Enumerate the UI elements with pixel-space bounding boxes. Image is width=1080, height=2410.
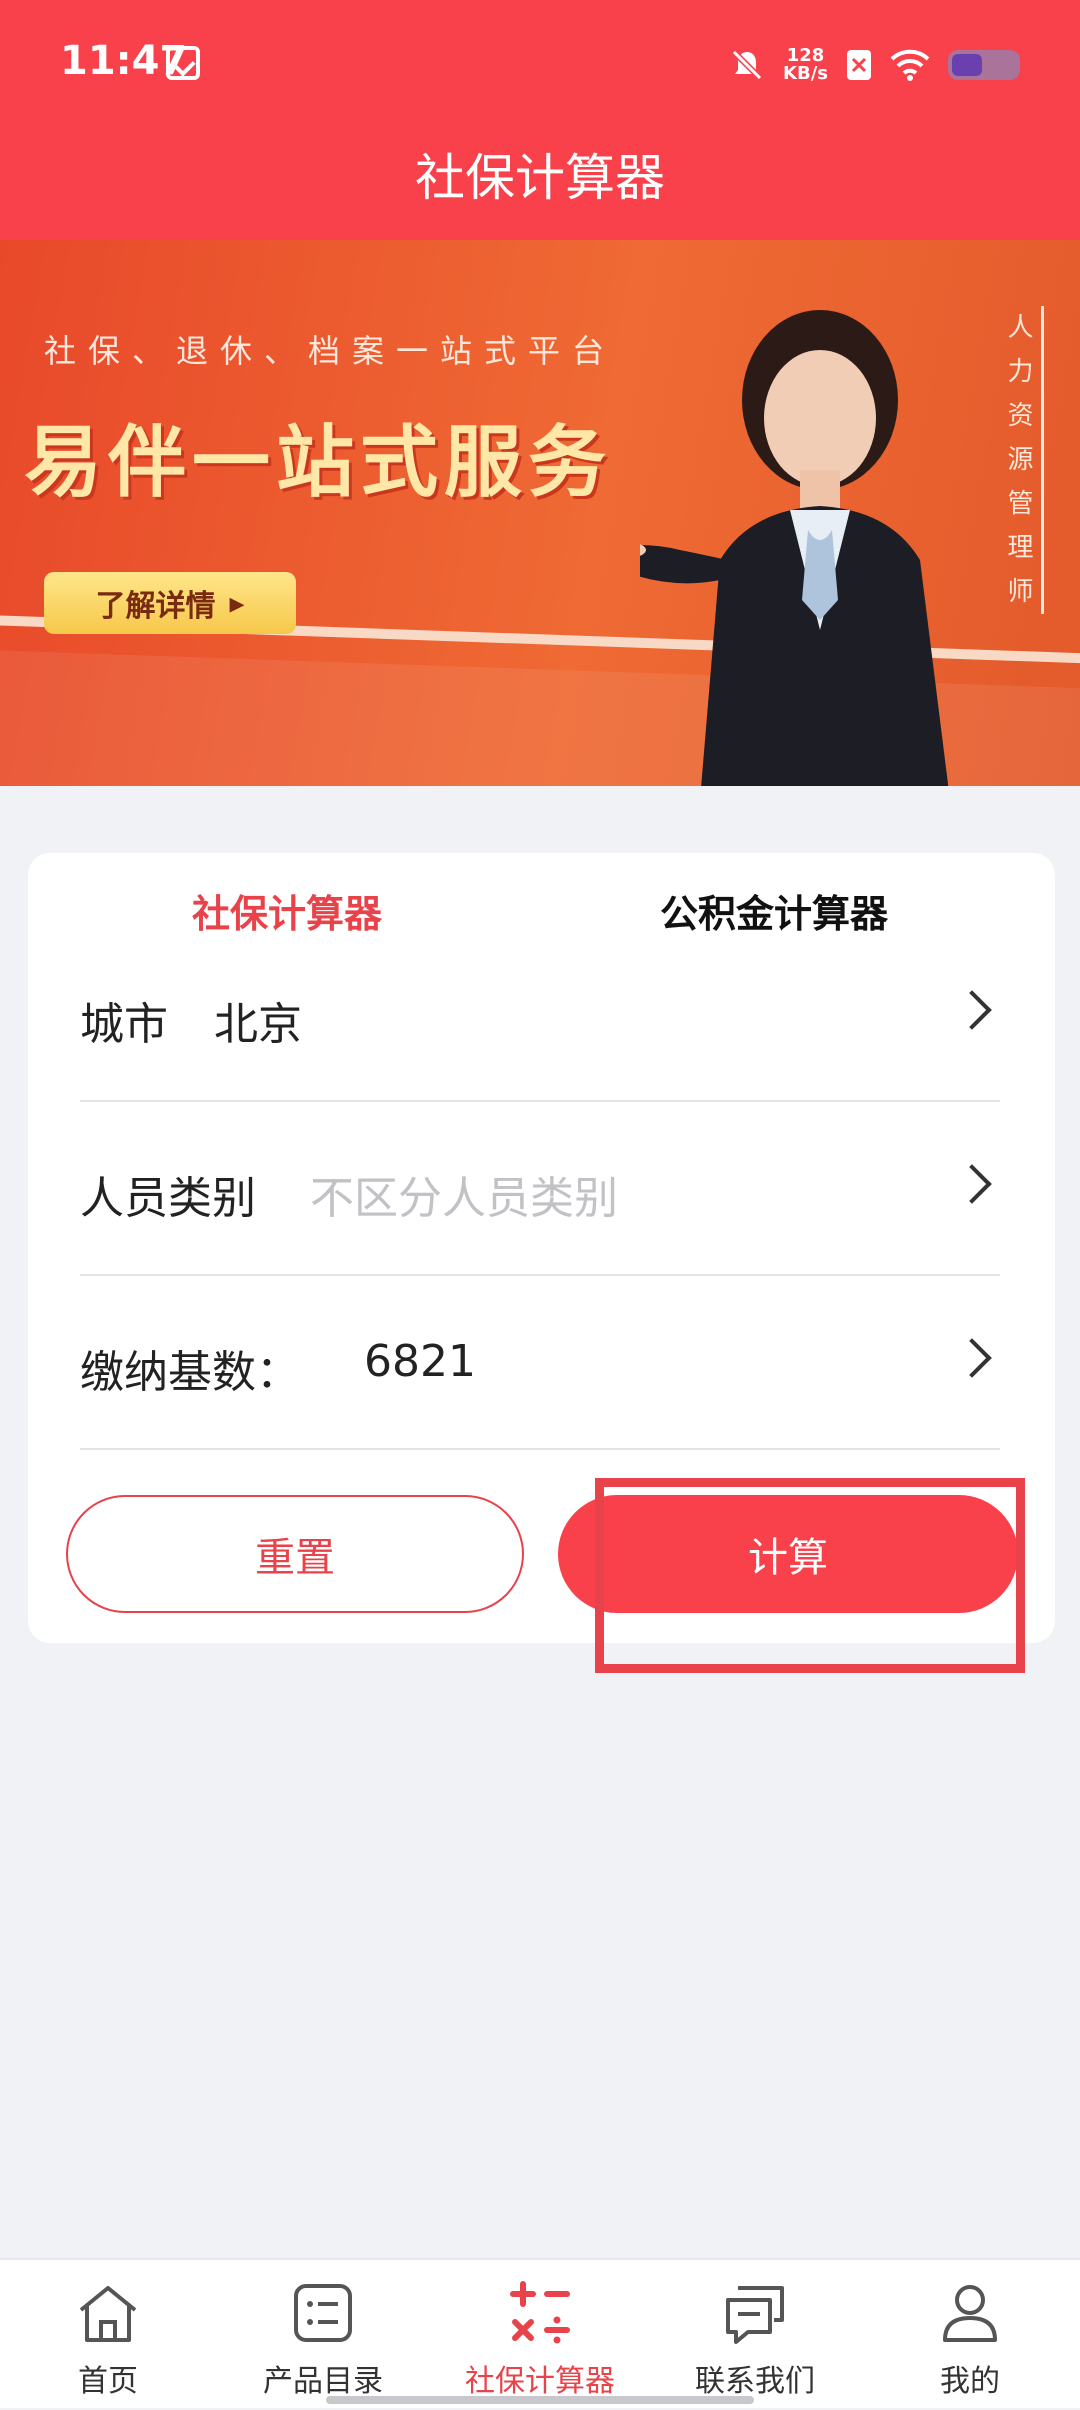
category-label: 人员类别 — [80, 1173, 256, 1224]
reset-button[interactable]: 重置 — [66, 1495, 524, 1613]
list-icon — [294, 2284, 352, 2342]
user-icon — [943, 2285, 997, 2342]
banner-learn-more-button[interactable]: 了解详情 ▸ — [44, 572, 296, 634]
sim-off-icon — [847, 50, 871, 80]
mute-bell-icon — [731, 49, 763, 81]
chat-icon — [726, 2286, 784, 2344]
nav-item-home[interactable]: 首页 — [13, 2260, 203, 2410]
city-label: 城市 — [80, 999, 168, 1050]
calendar-notification-icon — [166, 46, 200, 80]
home-icon — [79, 2286, 137, 2342]
city-row[interactable]: 城市 北京 — [80, 928, 1000, 1102]
base-row[interactable]: 缴纳基数： 6821 — [80, 1276, 1000, 1450]
battery-icon — [948, 50, 1020, 80]
city-value: 北京 — [214, 999, 302, 1050]
play-arrow-icon: ▸ — [229, 585, 245, 621]
nav-label: 我的 — [940, 2364, 1000, 2399]
nav-label: 社保计算器 — [465, 2364, 615, 2399]
banner-vertical-text: 人力资源管理师 — [1000, 306, 1044, 614]
base-label: 缴纳基数： — [80, 1347, 300, 1398]
nav-item-calculator[interactable]: 社保计算器 — [445, 2260, 635, 2410]
base-value: 6821 — [364, 1336, 476, 1387]
nav-label: 产品目录 — [263, 2364, 383, 2399]
category-placeholder: 不区分人员类别 — [310, 1173, 618, 1224]
chevron-right-icon — [952, 1338, 992, 1378]
network-speed: 128 KB/s — [783, 47, 828, 83]
banner-headline: 易伴一站式服务 — [24, 418, 613, 508]
page-title: 社保计算器 — [415, 149, 665, 207]
category-row[interactable]: 人员类别 不区分人员类别 — [80, 1102, 1000, 1276]
app-header: 11:47 128 KB/s 社保计算器 — [0, 0, 1080, 240]
nav-item-profile[interactable]: 我的 — [875, 2260, 1065, 2410]
status-bar: 11:47 128 KB/s — [0, 0, 1080, 128]
nav-label: 联系我们 — [695, 2364, 815, 2399]
nav-item-catalog[interactable]: 产品目录 — [228, 2260, 418, 2410]
highlight-box — [595, 1478, 1025, 1673]
speed-unit: KB/s — [783, 63, 828, 84]
nav-item-contact[interactable]: 联系我们 — [660, 2260, 850, 2410]
banner-subtitle: 社保、退休、档案一站式平台 — [44, 332, 617, 370]
calculator-icon — [510, 2281, 570, 2344]
nav-label: 首页 — [78, 2364, 138, 2399]
promo-banner[interactable]: 社保、退休、档案一站式平台 易伴一站式服务 了解详情 ▸ 人力资源管理师 — [0, 240, 1080, 786]
wifi-icon — [890, 49, 930, 81]
chevron-right-icon — [952, 990, 992, 1030]
home-indicator[interactable] — [326, 2396, 754, 2404]
chevron-right-icon — [952, 1164, 992, 1204]
banner-person-illustration — [640, 310, 949, 786]
banner-cta-label: 了解详情 — [95, 589, 216, 624]
bottom-nav: 首页 产品目录 社保计算器 联系我们 我的 — [0, 2258, 1080, 2408]
